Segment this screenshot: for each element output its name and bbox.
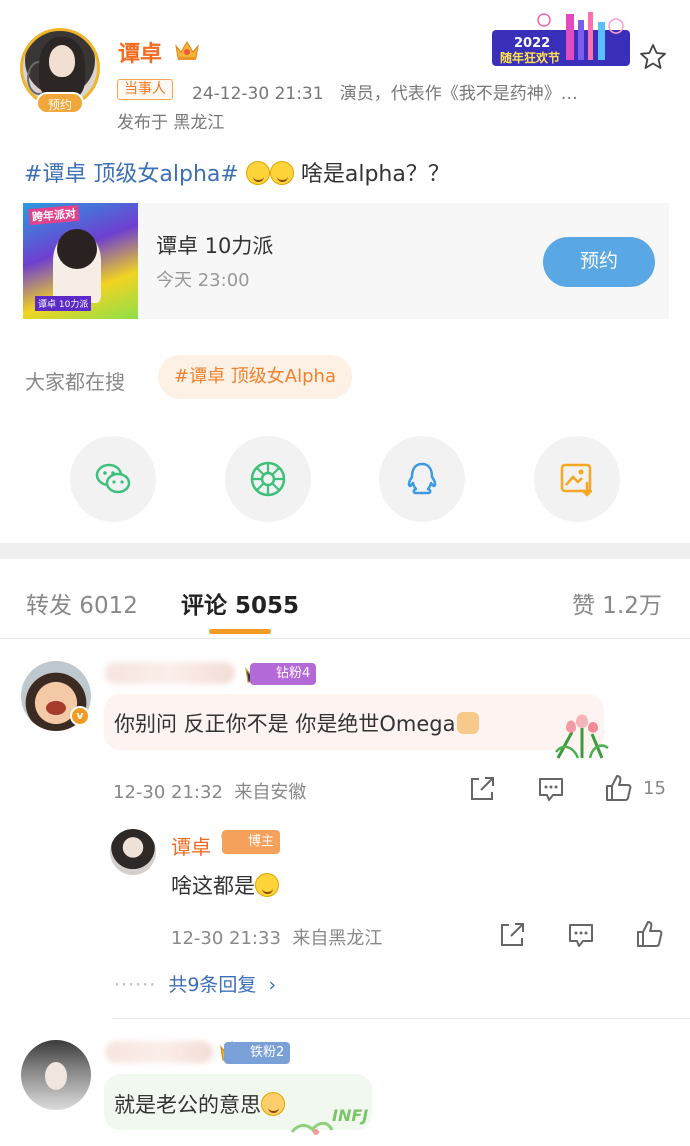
- role-tag: 当事人: [117, 79, 173, 100]
- favorite-star-icon[interactable]: [638, 42, 668, 72]
- live-time: 今天 23:00: [156, 270, 250, 291]
- ok-hand-emoji-icon: [457, 712, 480, 734]
- verified-badge-icon: v: [70, 706, 90, 726]
- reply-time: 12-30 21:33: [171, 928, 281, 949]
- tabs-divider: [0, 638, 690, 639]
- commenter-avatar[interactable]: [21, 1040, 91, 1110]
- comment-text: 就是老公的意思: [114, 1089, 285, 1119]
- comment-time: 12-30 21:32: [113, 782, 223, 803]
- save-image-icon: [560, 463, 593, 497]
- reply-source: 来自黑龙江: [292, 928, 383, 949]
- post-location: 发布于 黑龙江: [117, 113, 225, 133]
- qq-icon: [407, 462, 437, 495]
- crown-icon: [175, 41, 199, 60]
- share-wechat-button[interactable]: [70, 436, 156, 522]
- view-more-replies-link[interactable]: ······ 共9条回复 ›: [114, 970, 276, 997]
- share-moments-button[interactable]: [225, 436, 311, 522]
- reply-text: 啥这都是: [171, 870, 279, 900]
- comment-source: 来自安徽: [234, 782, 307, 803]
- post-content: #谭卓 顶级女alpha# 啥是alpha？？: [24, 156, 450, 188]
- section-divider: [0, 543, 690, 559]
- active-tab-indicator: [209, 629, 271, 634]
- chevron-right-icon: ›: [262, 974, 277, 996]
- reply-comment-icon[interactable]: [536, 774, 566, 804]
- author-bio: 演员，代表作《我不是药神》…: [339, 84, 578, 104]
- grin-emoji-icon: [269, 161, 294, 185]
- moments-icon: [250, 461, 286, 497]
- post-text: 啥是alpha？？: [300, 162, 450, 187]
- wechat-icon: [95, 463, 131, 494]
- fan-level-badge[interactable]: 铁粉2: [224, 1042, 291, 1064]
- comment-text: 你别问 反正你不是 你是绝世Omega: [114, 708, 480, 738]
- reply-meta: 12-30 21:33 来自黑龙江: [171, 924, 382, 950]
- reply-comment-icon[interactable]: [566, 920, 596, 950]
- tulip-sticker-icon: [555, 714, 609, 759]
- post-datetime: 24-12-30 21:31: [192, 84, 324, 104]
- trending-search-chip[interactable]: #谭卓 顶级女Alpha: [158, 355, 352, 399]
- live-title: 谭卓 10力派: [156, 234, 274, 258]
- fan-level-badge[interactable]: 钻粉4: [250, 663, 317, 685]
- tab-comments[interactable]: 评论 5055: [181, 586, 299, 620]
- grin-emoji-icon: [255, 873, 279, 897]
- svg-text:2022: 2022: [514, 36, 550, 51]
- tab-likes[interactable]: 赞 1.2万: [572, 586, 662, 620]
- svg-text:随年狂欢节: 随年狂欢节: [500, 50, 560, 65]
- like-count: 15: [643, 778, 666, 799]
- leaf-decoration-icon: [290, 1121, 334, 1135]
- share-icon[interactable]: [497, 920, 527, 950]
- save-image-button[interactable]: [534, 436, 620, 522]
- infj-sticker: INFJ: [290, 1098, 385, 1140]
- share-icon[interactable]: [467, 774, 497, 804]
- like-thumb-icon[interactable]: [634, 919, 664, 949]
- live-thumbnail[interactable]: 跨年派对 谭卓 10力派: [23, 203, 138, 319]
- comment-meta: 12-30 21:32 来自安徽: [113, 778, 306, 804]
- comment-divider: [112, 1018, 690, 1019]
- grin-emoji-icon: [245, 161, 270, 185]
- reply-author-avatar[interactable]: [110, 829, 156, 875]
- author-name[interactable]: 谭卓: [118, 36, 162, 68]
- avatar-reserve-badge[interactable]: 预约: [36, 92, 84, 114]
- reply-author-name[interactable]: 谭卓: [171, 831, 211, 860]
- post-meta: 24-12-30 21:31 演员，代表作《我不是药神》…: [192, 79, 632, 104]
- blogger-badge: 博主: [222, 830, 281, 854]
- trending-search-label: 大家都在搜: [25, 370, 125, 394]
- like-thumb-icon[interactable]: [603, 773, 633, 803]
- love-emoji-icon: [261, 1092, 285, 1116]
- reserve-button[interactable]: 预约: [543, 237, 655, 287]
- tab-repost[interactable]: 转发 6012: [26, 586, 138, 620]
- new-year-festival-banner[interactable]: 2022 随年狂欢节: [492, 12, 630, 70]
- share-qq-button[interactable]: [379, 436, 465, 522]
- post-hashtag[interactable]: #谭卓 顶级女alpha#: [24, 162, 239, 187]
- commenter-name-blurred[interactable]: [105, 1041, 213, 1063]
- commenter-name-blurred[interactable]: [105, 662, 235, 684]
